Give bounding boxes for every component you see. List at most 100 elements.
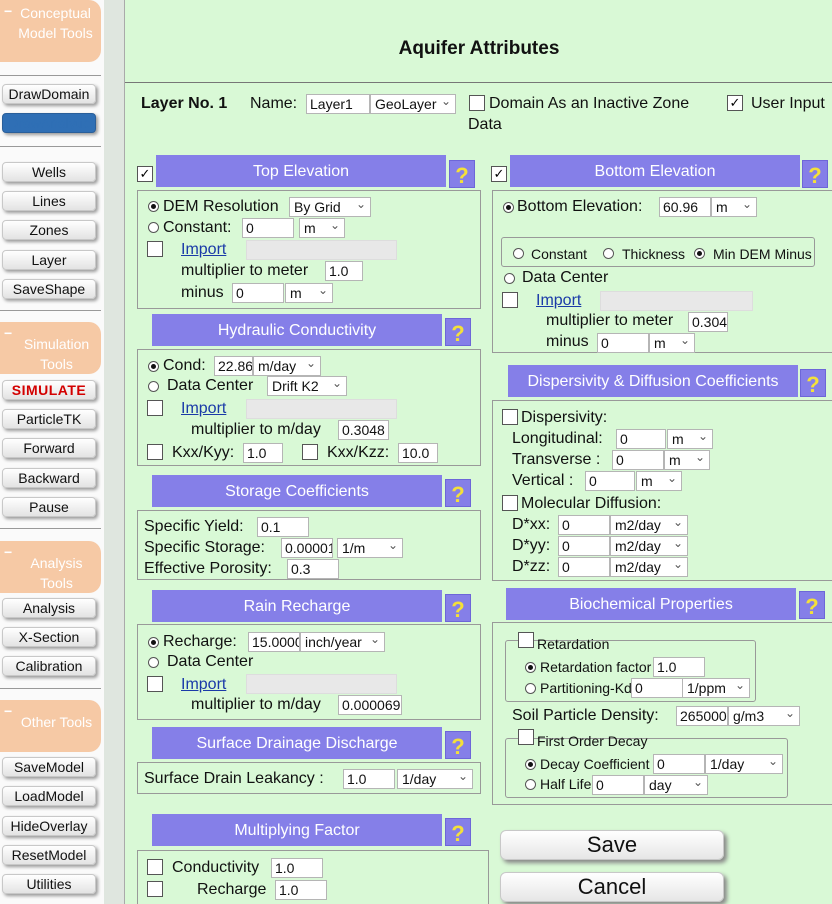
bottom-elevation-radio[interactable] (503, 202, 514, 213)
first-order-decay-checkbox[interactable] (518, 729, 534, 745)
partitioning-kd-input[interactable]: 0 (631, 678, 683, 698)
data-center-radio[interactable] (148, 381, 159, 392)
import-checkbox[interactable] (147, 241, 163, 257)
partitioning-kd-unit-select[interactable]: 1/ppm (682, 678, 750, 698)
map-background[interactable] (104, 0, 124, 904)
wells-button[interactable]: Wells (2, 162, 96, 182)
user-input-checkbox[interactable]: ✓ (727, 95, 743, 111)
reset-model-button[interactable]: ResetModel (2, 845, 96, 865)
utilities-button[interactable]: Utilities (2, 874, 96, 894)
analysis-tools-group[interactable]: − Analysis Tools (0, 541, 101, 593)
kxx-kzz-checkbox[interactable] (302, 444, 318, 460)
help-icon[interactable]: ? (445, 731, 471, 759)
bottom-elevation-checkbox[interactable]: ✓ (491, 166, 507, 182)
retardation-factor-input[interactable]: 1.0 (653, 657, 705, 677)
retardation-checkbox[interactable] (518, 632, 534, 648)
specific-storage-input[interactable]: 0.00001 (281, 538, 333, 558)
geo-layer-select[interactable]: GeoLayer (370, 94, 456, 114)
dyy-input[interactable]: 0 (558, 536, 610, 556)
half-life-input[interactable]: 0 (592, 775, 644, 795)
minus-input[interactable]: 0 (232, 283, 284, 303)
save-shape-button[interactable]: SaveShape (2, 279, 96, 299)
top-elevation-checkbox[interactable]: ✓ (137, 166, 153, 182)
molecular-diffusion-checkbox[interactable] (502, 495, 518, 511)
particle-tk-button[interactable]: ParticleTK (2, 409, 96, 429)
kxx-kyy-checkbox[interactable] (147, 444, 163, 460)
x-section-button[interactable]: X-Section (2, 627, 96, 647)
constant-input[interactable]: 0 (242, 218, 294, 238)
vertical-unit-select[interactable]: m (636, 471, 682, 491)
conductivity-factor-checkbox[interactable] (147, 859, 163, 875)
dxx-input[interactable]: 0 (558, 515, 610, 535)
dzz-input[interactable]: 0 (558, 557, 610, 577)
analysis-button[interactable]: Analysis (2, 598, 96, 618)
half-life-radio[interactable] (525, 779, 536, 790)
longitudinal-input[interactable]: 0 (616, 429, 666, 449)
specific-storage-unit-select[interactable]: 1/m (337, 538, 403, 558)
option-min-dem-radio[interactable] (694, 248, 705, 259)
hide-overlay-button[interactable]: HideOverlay (2, 816, 96, 836)
other-tools-group[interactable]: − Other Tools (0, 700, 101, 752)
dem-resolution-select[interactable]: By Grid (289, 197, 371, 217)
soil-particle-density-unit-select[interactable]: g/m3 (728, 706, 800, 726)
soil-particle-density-input[interactable]: 265000 (676, 706, 728, 726)
bottom-elevation-input[interactable]: 60.96 (659, 197, 711, 217)
backward-button[interactable]: Backward (2, 468, 96, 488)
help-icon[interactable]: ? (445, 318, 471, 346)
recharge-factor-input[interactable]: 1.0 (275, 880, 327, 900)
cond-unit-select[interactable]: m/day (253, 356, 321, 376)
zones-button[interactable]: Zones (2, 220, 96, 240)
transverse-unit-select[interactable]: m (664, 450, 710, 470)
dispersivity-checkbox[interactable] (502, 409, 518, 425)
pause-button[interactable]: Pause (2, 497, 96, 517)
help-icon[interactable]: ? (800, 369, 826, 397)
import-link[interactable]: Import (536, 292, 581, 310)
decay-coefficient-unit-select[interactable]: 1/day (705, 754, 783, 774)
cancel-button[interactable]: Cancel (500, 872, 724, 902)
conceptual-tools-group[interactable]: − Conceptual Model Tools (0, 0, 101, 62)
retardation-factor-radio[interactable] (525, 662, 536, 673)
constant-radio[interactable] (148, 222, 159, 233)
import-link[interactable]: Import (181, 400, 226, 418)
import-link[interactable]: Import (181, 241, 226, 259)
specific-yield-input[interactable]: 0.1 (257, 517, 309, 537)
option-thickness-radio[interactable] (603, 248, 614, 259)
longitudinal-unit-select[interactable]: m (667, 429, 713, 449)
import-path-field[interactable] (600, 291, 753, 311)
collapse-icon[interactable]: − (4, 542, 12, 562)
help-icon[interactable]: ? (799, 591, 825, 619)
dyy-unit-select[interactable]: m2/day (610, 536, 688, 556)
multiplier-input[interactable]: 0.3048 (338, 420, 389, 440)
constant-unit-select[interactable]: m (299, 218, 345, 238)
simulate-button[interactable]: SIMULATE (2, 380, 96, 400)
help-icon[interactable]: ? (802, 160, 828, 188)
import-checkbox[interactable] (147, 676, 163, 692)
collapse-icon[interactable]: − (4, 701, 12, 721)
data-center-radio[interactable] (504, 273, 515, 284)
calibration-button[interactable]: Calibration (2, 656, 96, 676)
layer-button[interactable]: Layer (2, 250, 96, 270)
save-model-button[interactable]: SaveModel (2, 757, 96, 777)
kxx-kyy-input[interactable]: 1.0 (243, 443, 283, 463)
effective-porosity-input[interactable]: 0.3 (287, 559, 339, 579)
multiplier-input[interactable]: 0.304 (688, 312, 728, 332)
cond-radio[interactable] (148, 361, 159, 372)
recharge-input[interactable]: 15.0000 (248, 632, 300, 652)
partitioning-kd-radio[interactable] (525, 683, 536, 694)
draw-layer-button[interactable]: DrawAnalytic (2, 113, 96, 133)
data-center-radio[interactable] (148, 657, 159, 668)
minus-input[interactable]: 0 (597, 333, 649, 353)
help-icon[interactable]: ? (445, 479, 471, 507)
drain-leakancy-input[interactable]: 1.0 (343, 769, 395, 789)
minus-unit-select[interactable]: m (649, 333, 695, 353)
multiplier-input[interactable]: 0.000069 (338, 695, 402, 715)
help-icon[interactable]: ? (449, 160, 475, 188)
transverse-input[interactable]: 0 (612, 450, 664, 470)
recharge-unit-select[interactable]: inch/year (300, 632, 385, 652)
collapse-icon[interactable]: − (4, 323, 12, 343)
cond-input[interactable]: 22.86 (214, 356, 253, 376)
load-model-button[interactable]: LoadModel (2, 786, 96, 806)
kxx-kzz-input[interactable]: 10.0 (398, 443, 438, 463)
dxx-unit-select[interactable]: m2/day (610, 515, 688, 535)
decay-coefficient-radio[interactable] (525, 759, 536, 770)
